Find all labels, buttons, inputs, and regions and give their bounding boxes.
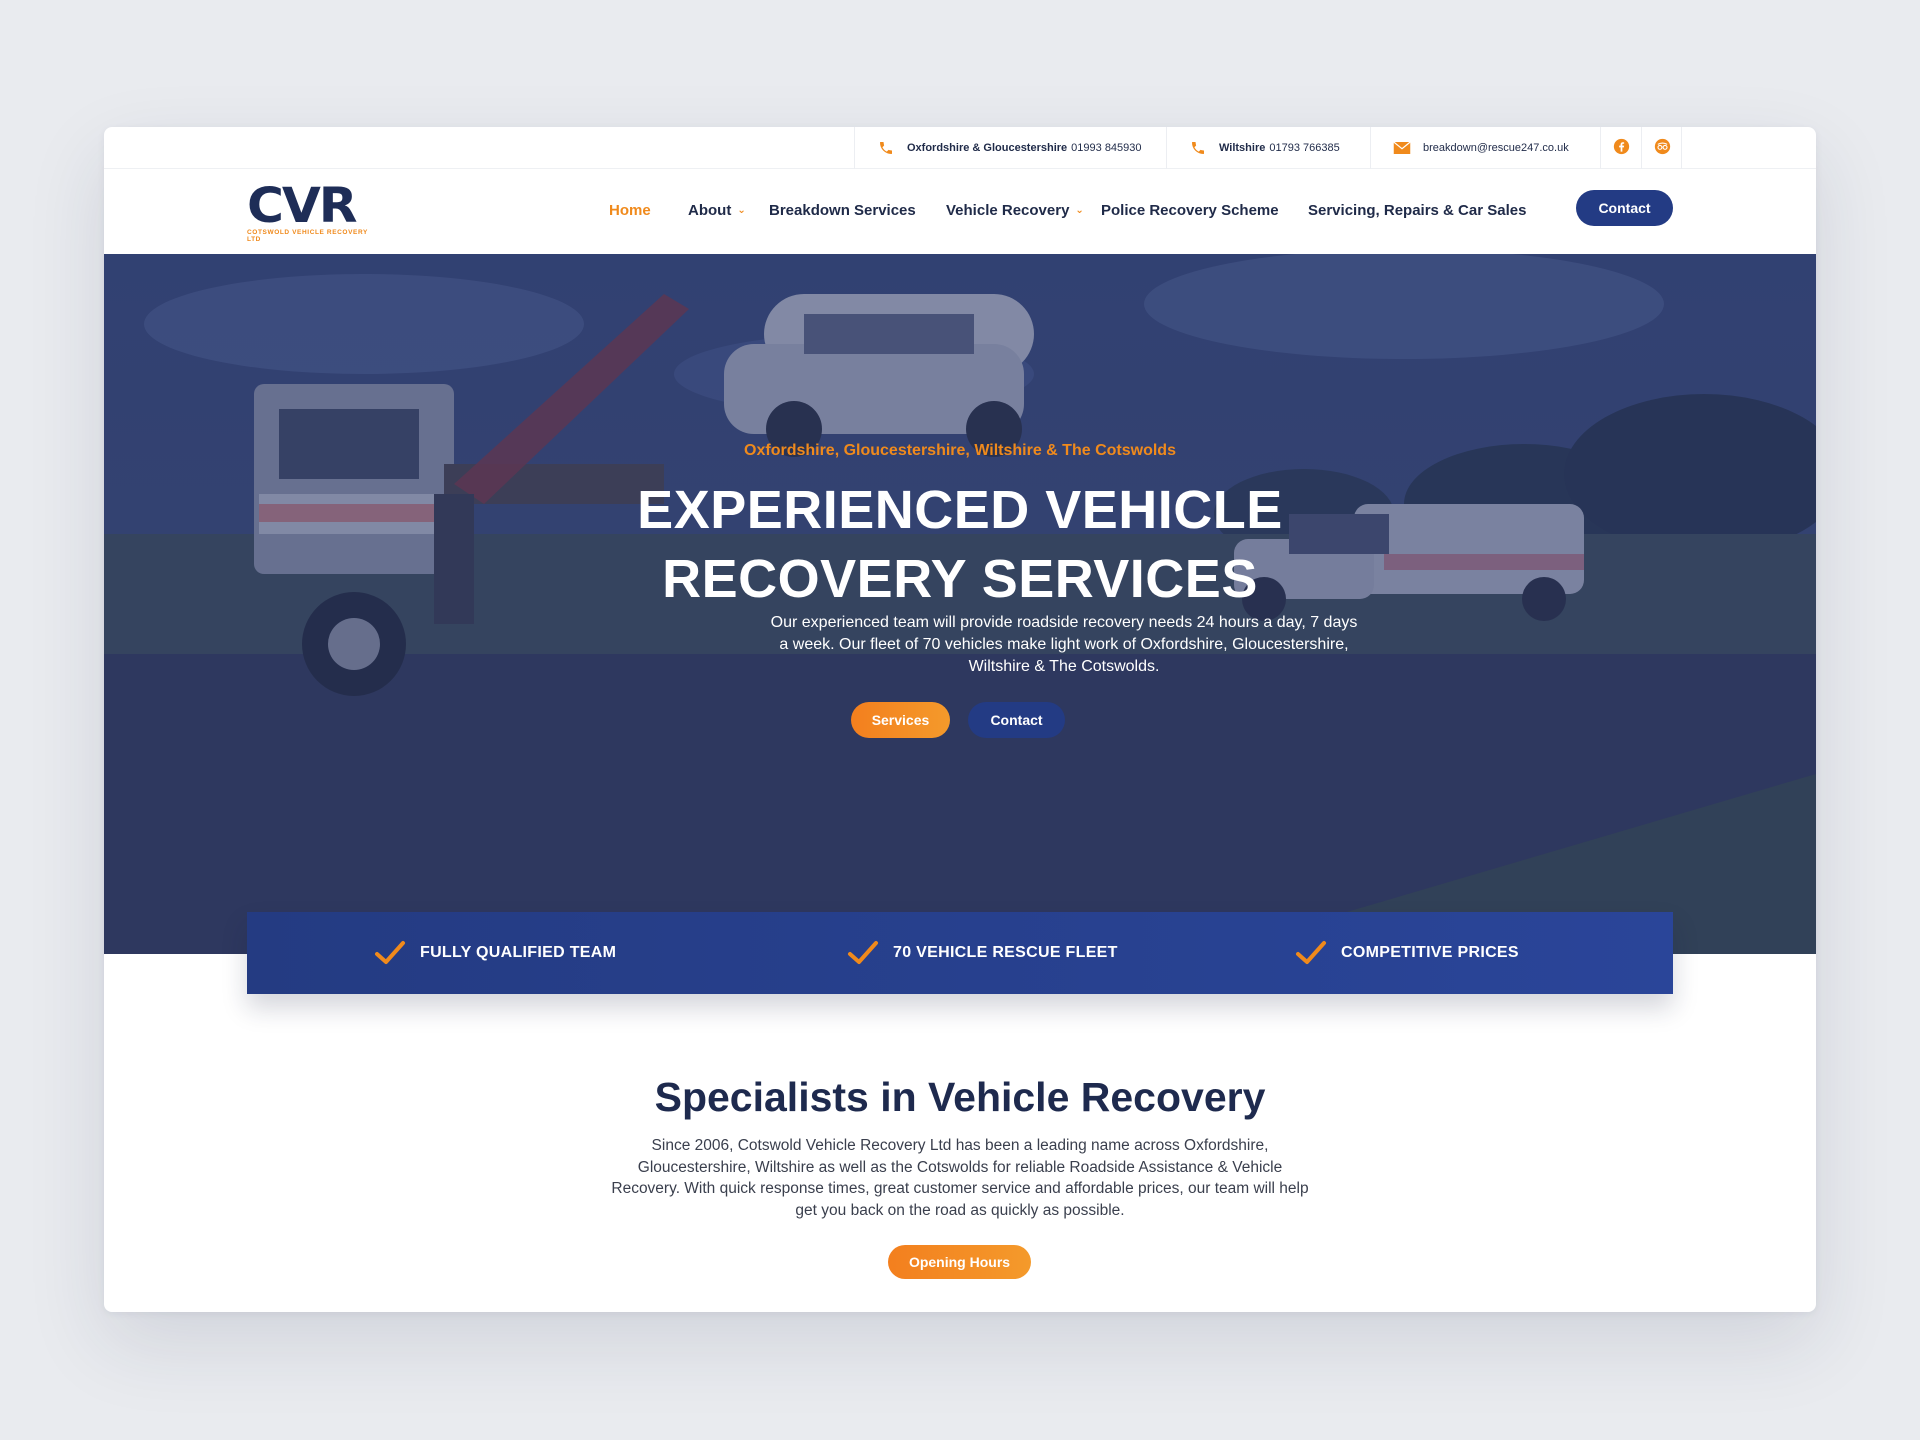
- feature-item: FULLY QUALIFIED TEAM: [374, 912, 616, 994]
- chevron-down-icon: ⌄: [737, 204, 746, 216]
- contact-number: 01793 766385: [1269, 142, 1340, 154]
- cvr-logo[interactable]: CVR COTSWOLD VEHICLE RECOVERY LTD: [247, 182, 377, 243]
- nav-breakdown-services[interactable]: Breakdown Services: [769, 195, 916, 225]
- nav-contact-button[interactable]: Contact: [1576, 190, 1673, 226]
- opening-hours-button[interactable]: Opening Hours: [888, 1245, 1031, 1279]
- checkmark-icon: [375, 941, 405, 964]
- nav-label: Vehicle Recovery: [946, 201, 1070, 219]
- contact-wiltshire[interactable]: Wiltshire 01793 766385: [1166, 127, 1370, 169]
- nav-label: About: [688, 201, 732, 219]
- chevron-down-icon: ⌄: [1075, 204, 1084, 216]
- logo-mark: CVR: [247, 178, 358, 234]
- contact-email-text: breakdown@rescue247.co.uk: [1423, 142, 1569, 154]
- facebook-icon: [1613, 138, 1630, 158]
- nav-label: Servicing, Repairs & Car Sales: [1308, 201, 1527, 219]
- hero-section: Oxfordshire, Gloucestershire, Wiltshire …: [104, 254, 1816, 954]
- nav-about[interactable]: About ⌄: [688, 195, 746, 225]
- contact-region: Wiltshire: [1219, 142, 1266, 154]
- about-title: Specialists in Vehicle Recovery: [654, 1074, 1266, 1120]
- facebook-link[interactable]: [1600, 127, 1641, 169]
- hero-title-line: EXPERIENCED VEHICLE: [637, 480, 1283, 540]
- feature-item: 70 VEHICLE RESCUE FLEET: [847, 912, 1118, 994]
- phone-icon: [877, 139, 895, 157]
- nav-servicing[interactable]: Servicing, Repairs & Car Sales: [1308, 195, 1526, 225]
- phone-icon: [1189, 139, 1207, 157]
- tripadvisor-link[interactable]: [1641, 127, 1682, 169]
- nav-home[interactable]: Home: [609, 195, 651, 225]
- main-navbar: CVR COTSWOLD VEHICLE RECOVERY LTD Home A…: [104, 169, 1816, 254]
- nav-vehicle-recovery[interactable]: Vehicle Recovery ⌄: [946, 195, 1084, 225]
- nav-label: Breakdown Services: [769, 201, 916, 219]
- nav-label: Police Recovery Scheme: [1101, 201, 1279, 219]
- hero-title: EXPERIENCED VEHICLE RECOVERY SERVICES: [104, 476, 1816, 614]
- hero-title-line: RECOVERY SERVICES: [662, 549, 1258, 609]
- browser-frame: Oxfordshire & Gloucestershire 01993 8459…: [104, 127, 1816, 1312]
- hero-kicker: Oxfordshire, Gloucestershire, Wiltshire …: [744, 442, 1176, 459]
- services-button[interactable]: Services: [851, 702, 950, 738]
- feature-label: 70 VEHICLE RESCUE FLEET: [893, 944, 1118, 961]
- contact-oxford[interactable]: Oxfordshire & Gloucestershire 01993 8459…: [854, 127, 1166, 169]
- nav-police-recovery[interactable]: Police Recovery Scheme: [1101, 195, 1279, 225]
- nav-label: Home: [609, 201, 651, 219]
- feature-label: COMPETITIVE PRICES: [1341, 944, 1519, 961]
- top-contact-bar: Oxfordshire & Gloucestershire 01993 8459…: [104, 127, 1816, 169]
- contact-email[interactable]: breakdown@rescue247.co.uk: [1370, 127, 1600, 169]
- feature-item: COMPETITIVE PRICES: [1295, 912, 1519, 994]
- hero-description: Our experienced team will provide roadsi…: [770, 614, 1358, 675]
- tripadvisor-icon: [1654, 138, 1671, 158]
- about-description: Since 2006, Cotswold Vehicle Recovery Lt…: [611, 1137, 1309, 1219]
- contact-number: 01993 845930: [1071, 142, 1142, 154]
- contact-region: Oxfordshire & Gloucestershire: [907, 142, 1068, 154]
- feature-label: FULLY QUALIFIED TEAM: [420, 944, 617, 961]
- hero-contact-button[interactable]: Contact: [968, 702, 1065, 738]
- mail-icon: [1393, 139, 1411, 157]
- checkmark-icon: [1296, 941, 1326, 964]
- features-bar: FULLY QUALIFIED TEAM 70 VEHICLE RESCUE F…: [247, 912, 1673, 994]
- checkmark-icon: [848, 941, 878, 964]
